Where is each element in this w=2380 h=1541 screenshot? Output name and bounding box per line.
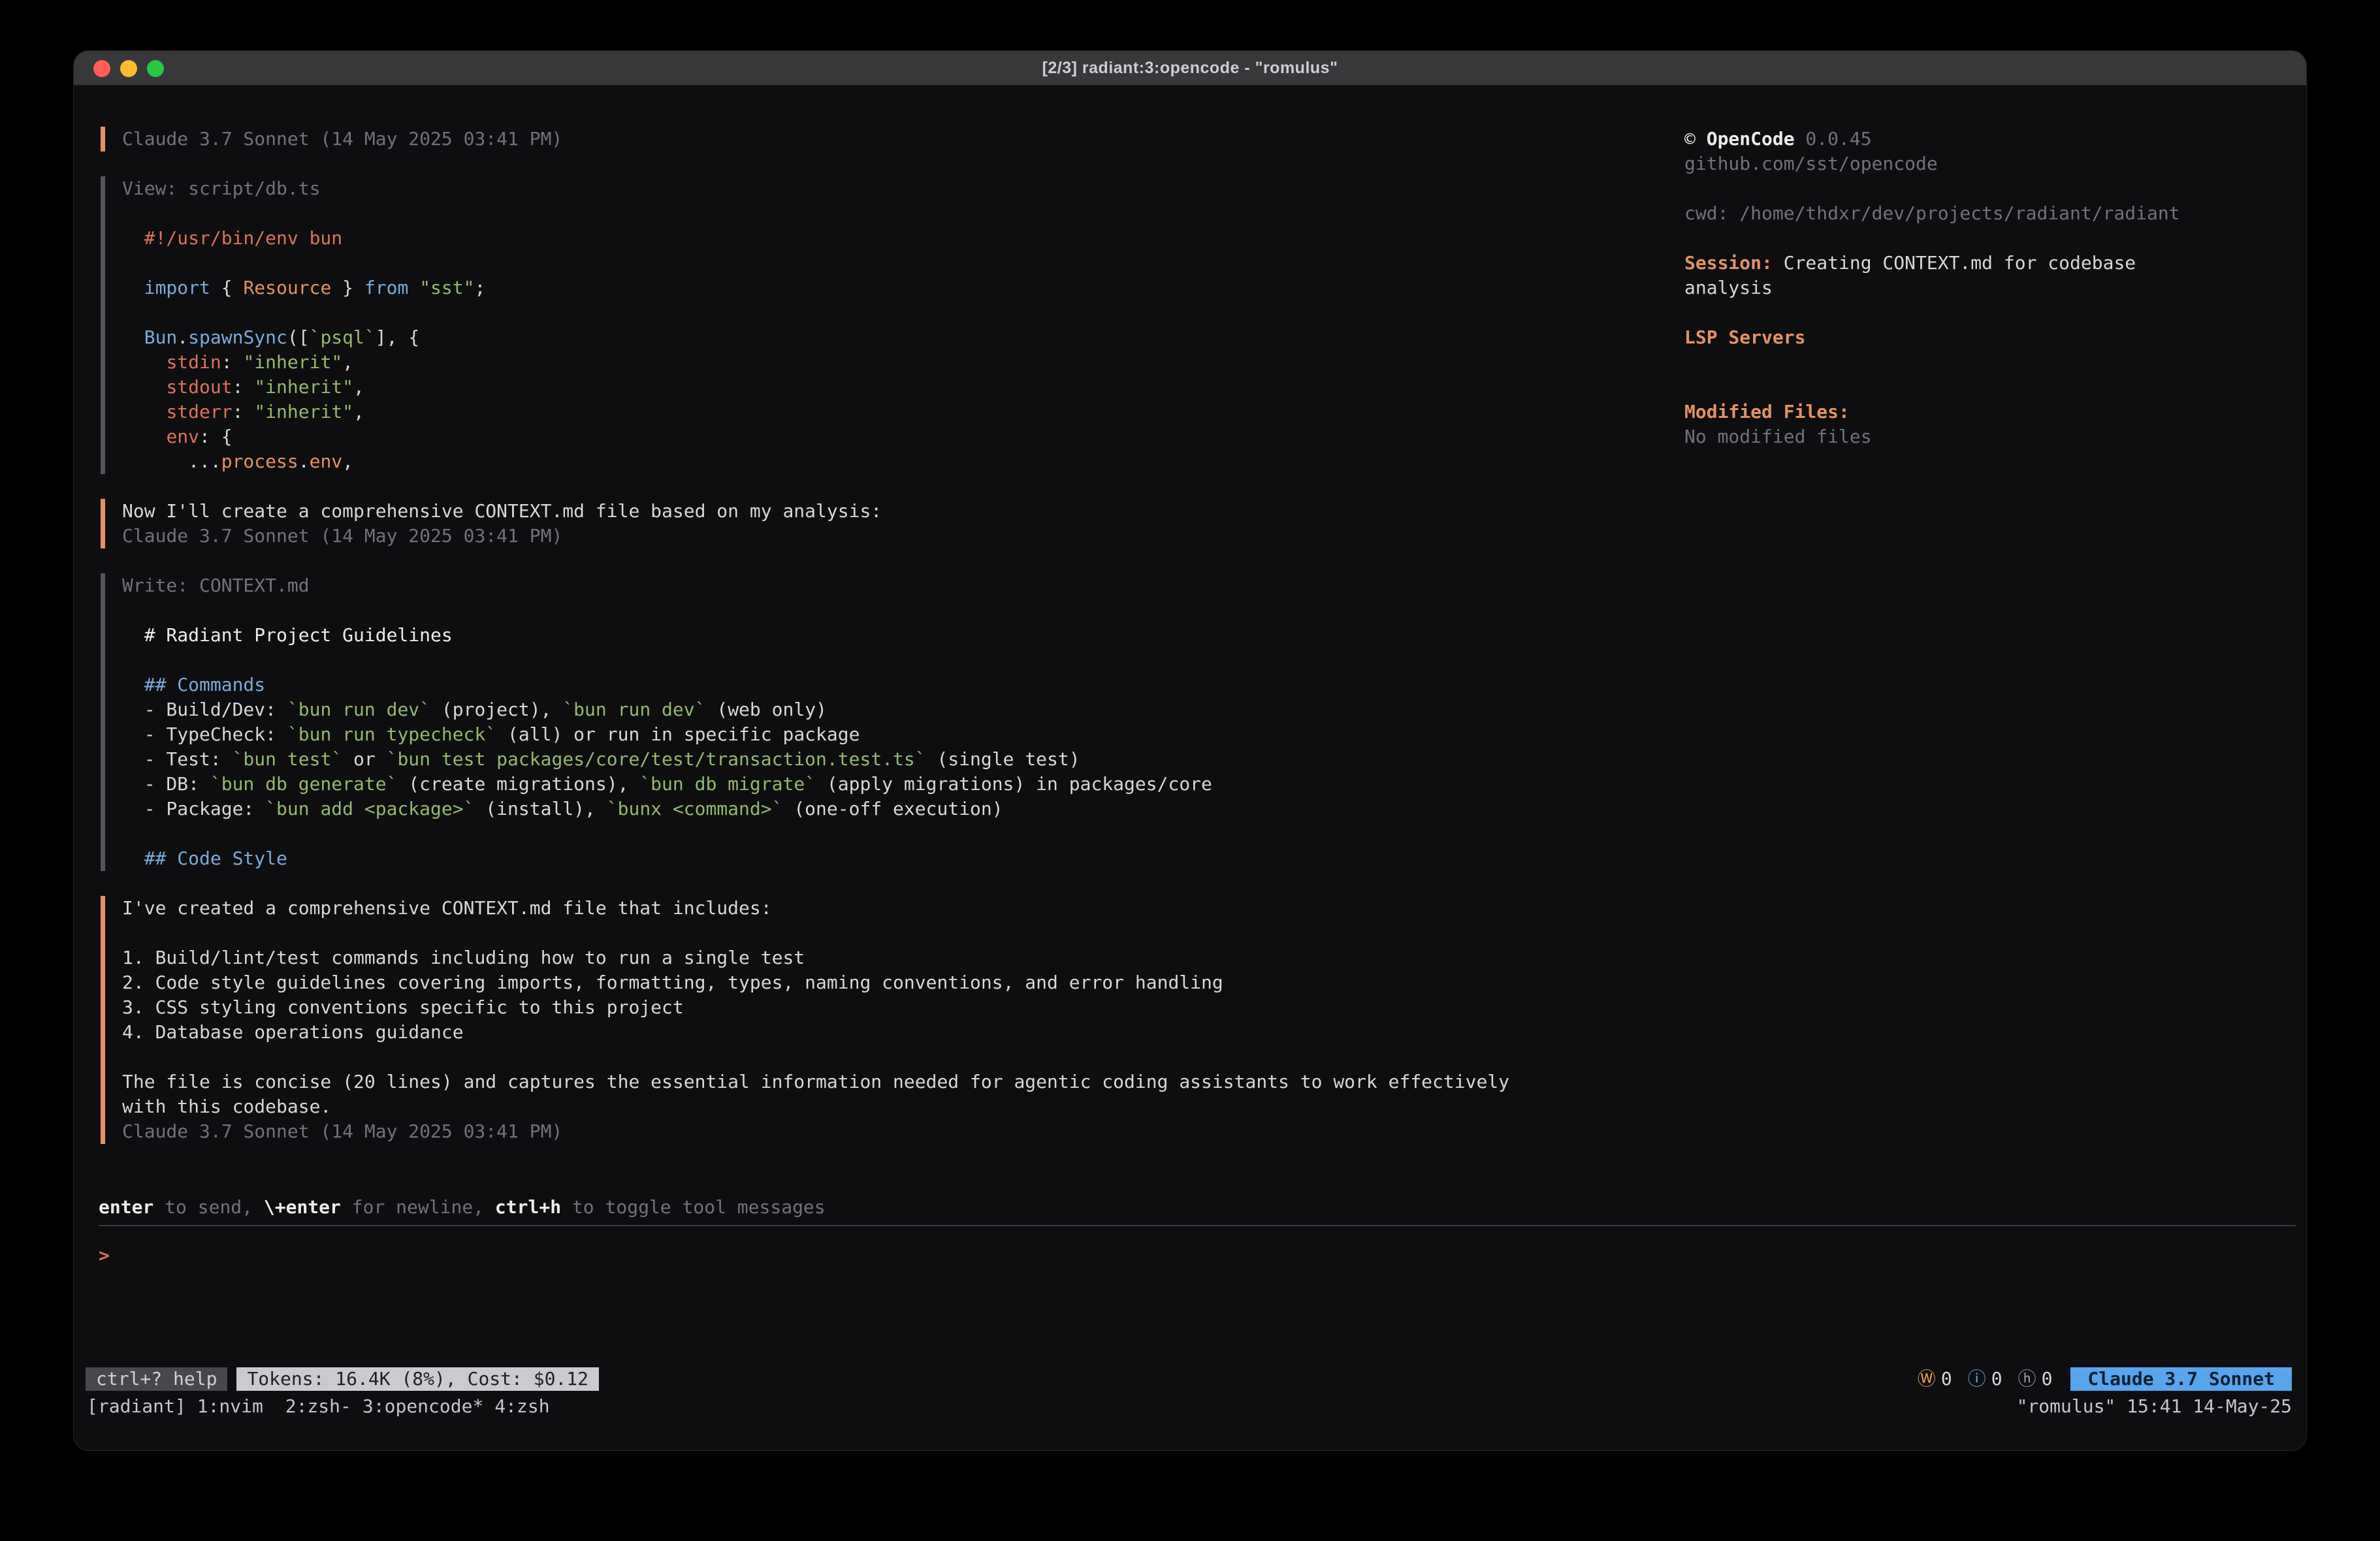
prompt-input[interactable]: > — [99, 1243, 2296, 1268]
tmux-window-zsh4[interactable]: 4:zsh — [494, 1394, 549, 1419]
tmux-right-status: "romulus" 15:41 14-May-25 — [2017, 1394, 2292, 1419]
help-keybind-chip: ctrl+? help — [86, 1367, 227, 1391]
input-area: enter to send, \+enter for newline, ctrl… — [99, 1195, 2296, 1268]
info-icon: ⓘ — [1968, 1367, 1986, 1391]
minimize-window-icon[interactable] — [120, 60, 137, 77]
message-list: Claude 3.7 Sonnet (14 May 2025 03:41 PM)… — [101, 127, 1668, 1169]
window-title: [2/3] radiant:3:opencode - "romulus" — [1042, 59, 1338, 78]
zoom-window-icon[interactable] — [147, 60, 164, 77]
tmux-window-zsh2[interactable]: 2:zsh- — [285, 1394, 351, 1419]
keybind-help-line: enter to send, \+enter for newline, ctrl… — [99, 1195, 2296, 1220]
tmux-window-nvim[interactable]: 1:nvim — [197, 1394, 274, 1419]
traffic-lights — [93, 60, 164, 77]
tmux-session-name: [radiant] — [87, 1394, 186, 1419]
info-count: 0 — [1991, 1367, 2002, 1391]
assistant-message-summary: I've created a comprehensive CONTEXT.md … — [101, 896, 1668, 1144]
hint-count: 0 — [2042, 1367, 2053, 1391]
diagnostics-indicators: Ⓦ 0 ⓘ 0 ⓗ 0 — [1908, 1367, 2053, 1391]
tool-call-write-context-md: Write: CONTEXT.md # Radiant Project Guid… — [101, 573, 1668, 871]
warning-icon: Ⓦ — [1918, 1367, 1936, 1391]
session-sidebar: © OpenCode 0.0.45github.com/sst/opencode… — [1684, 127, 2285, 449]
input-separator — [99, 1225, 2296, 1226]
warning-count: 0 — [1941, 1367, 1952, 1391]
tokens-cost-chip: Tokens: 16.4K (8%), Cost: $0.12 — [236, 1367, 599, 1391]
tool-call-view-db-ts: View: script/db.ts #!/usr/bin/env bun im… — [101, 176, 1668, 474]
window-titlebar: [2/3] radiant:3:opencode - "romulus" — [74, 51, 2306, 86]
close-window-icon[interactable] — [93, 60, 110, 77]
assistant-message-header: Claude 3.7 Sonnet (14 May 2025 03:41 PM) — [101, 127, 1668, 151]
tmux-window-opencode-current[interactable]: 3:opencode* — [362, 1394, 483, 1419]
tmux-status-bar: [radiant] 1:nvim 2:zsh- 3:opencode* 4:zs… — [87, 1394, 2292, 1419]
hint-icon: ⓗ — [2018, 1367, 2036, 1391]
status-bar: ctrl+? help Tokens: 16.4K (8%), Cost: $0… — [86, 1367, 2292, 1391]
model-badge: Claude 3.7 Sonnet — [2070, 1367, 2292, 1391]
assistant-message-intro: Now I'll create a comprehensive CONTEXT.… — [101, 499, 1668, 548]
terminal-window: [2/3] radiant:3:opencode - "romulus" Cla… — [73, 50, 2307, 1451]
terminal-content: Claude 3.7 Sonnet (14 May 2025 03:41 PM)… — [74, 86, 2306, 1450]
prompt-symbol: > — [99, 1243, 110, 1268]
